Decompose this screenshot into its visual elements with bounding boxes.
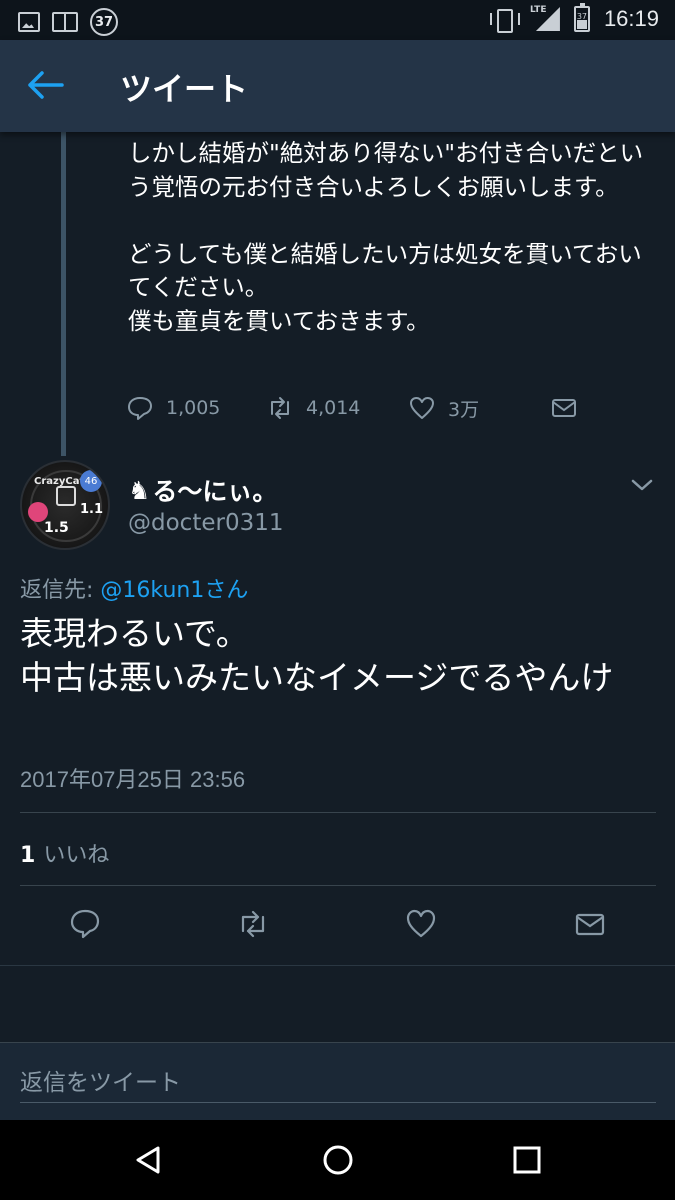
parent-tweet-text: しかし結婚が"絶対あり得ない"お付き合いだという覚悟の元お付き合いよろしくお願い… [128,139,644,335]
like-label: いいね [43,843,110,868]
heart-icon [410,397,434,419]
back-button[interactable] [26,68,66,102]
back-arrow-icon [28,71,64,99]
tweet-actions [0,907,675,947]
square-recents-icon [513,1146,541,1174]
reply-mention-link[interactable]: @16kun1さん [100,578,248,603]
reply-icon [128,397,152,420]
book-notification-icon [52,12,78,32]
direct-message-button[interactable] [573,907,607,941]
display-name-text: る〜にぃ。 [152,477,278,506]
status-time: 16:19 [603,6,659,31]
nav-back-button[interactable] [128,1140,168,1180]
envelope-icon [552,399,576,417]
tweet-text: 表現わるいで。 中古は悪いみたいなイメージでるやんけ [20,614,614,697]
app-header: ツイート [0,40,675,132]
avatar-left-value: 1.5 [44,520,69,536]
parent-retweet-button[interactable]: 4,014 [266,394,360,422]
retweet-icon [271,397,289,419]
vibrate-icon [489,6,520,33]
avatar-right-value: 1.1 [80,502,104,517]
tweet-timestamp: 2017年07月25日 23:56 [20,767,246,792]
battery-icon: 37 [573,3,590,32]
like-button[interactable] [404,907,438,941]
avatar-watch-icon [56,486,76,506]
avatar[interactable]: CrazyCat 46 1.5 1.1 [20,460,110,550]
status-left-icons: 37 [18,8,118,36]
display-name[interactable]: ♞ る〜にぃ。 [128,472,277,508]
reply-to-prefix: 返信先: [20,578,101,603]
gallery-notification-icon [18,12,40,32]
status-bar: 37 LTE 37 16:19 [0,0,675,40]
chevron-down-icon [631,479,653,491]
divider [20,812,656,813]
android-nav-bar [0,1120,675,1200]
retweet-icon [241,910,265,938]
like-count: 1 [20,843,36,868]
avatar-badge: 46 [80,470,102,492]
reply-button[interactable] [68,907,102,941]
signal-icon: LTE [529,5,560,31]
user-handle[interactable]: @docter0311 [128,510,283,536]
retweet-button[interactable] [236,907,270,941]
reply-bar [0,1042,675,1120]
parent-reply-count: 1,005 [166,397,221,419]
parent-retweet-count: 4,014 [306,397,361,419]
avatar-cat-icon [28,502,48,522]
network-label: LTE [529,5,547,15]
envelope-icon [575,913,605,936]
triangle-back-icon [136,1146,160,1174]
knight-icon: ♞ [128,475,151,505]
nav-home-button[interactable] [318,1140,358,1180]
parent-dm-button[interactable] [550,394,578,422]
parent-like-button[interactable]: 3万 [408,394,479,422]
parent-like-count: 3万 [448,398,480,421]
likes-summary[interactable]: 1 いいね [20,837,109,869]
divider [0,965,675,966]
more-options-button[interactable] [629,475,655,495]
reply-tweet-input[interactable] [20,1063,656,1103]
parent-reply-button[interactable]: 1,005 [126,394,220,422]
page-title: ツイート [120,70,249,108]
thread-connector-line [61,132,66,456]
parent-tweet-stats: 1,005 4,014 3万 [126,394,586,424]
divider [20,885,656,886]
reply-icon [70,909,100,939]
notification-count-icon: 37 [90,8,118,36]
heart-icon [406,909,436,938]
reply-to-line: 返信先: @16kun1さん [20,572,248,604]
nav-recents-button[interactable] [507,1140,547,1180]
status-right-icons: LTE 37 16:19 [489,3,659,33]
tweet-detail: しかし結婚が"絶対あり得ない"お付き合いだという覚悟の元お付き合いよろしくお願い… [0,132,675,1120]
circle-home-icon [323,1145,353,1175]
